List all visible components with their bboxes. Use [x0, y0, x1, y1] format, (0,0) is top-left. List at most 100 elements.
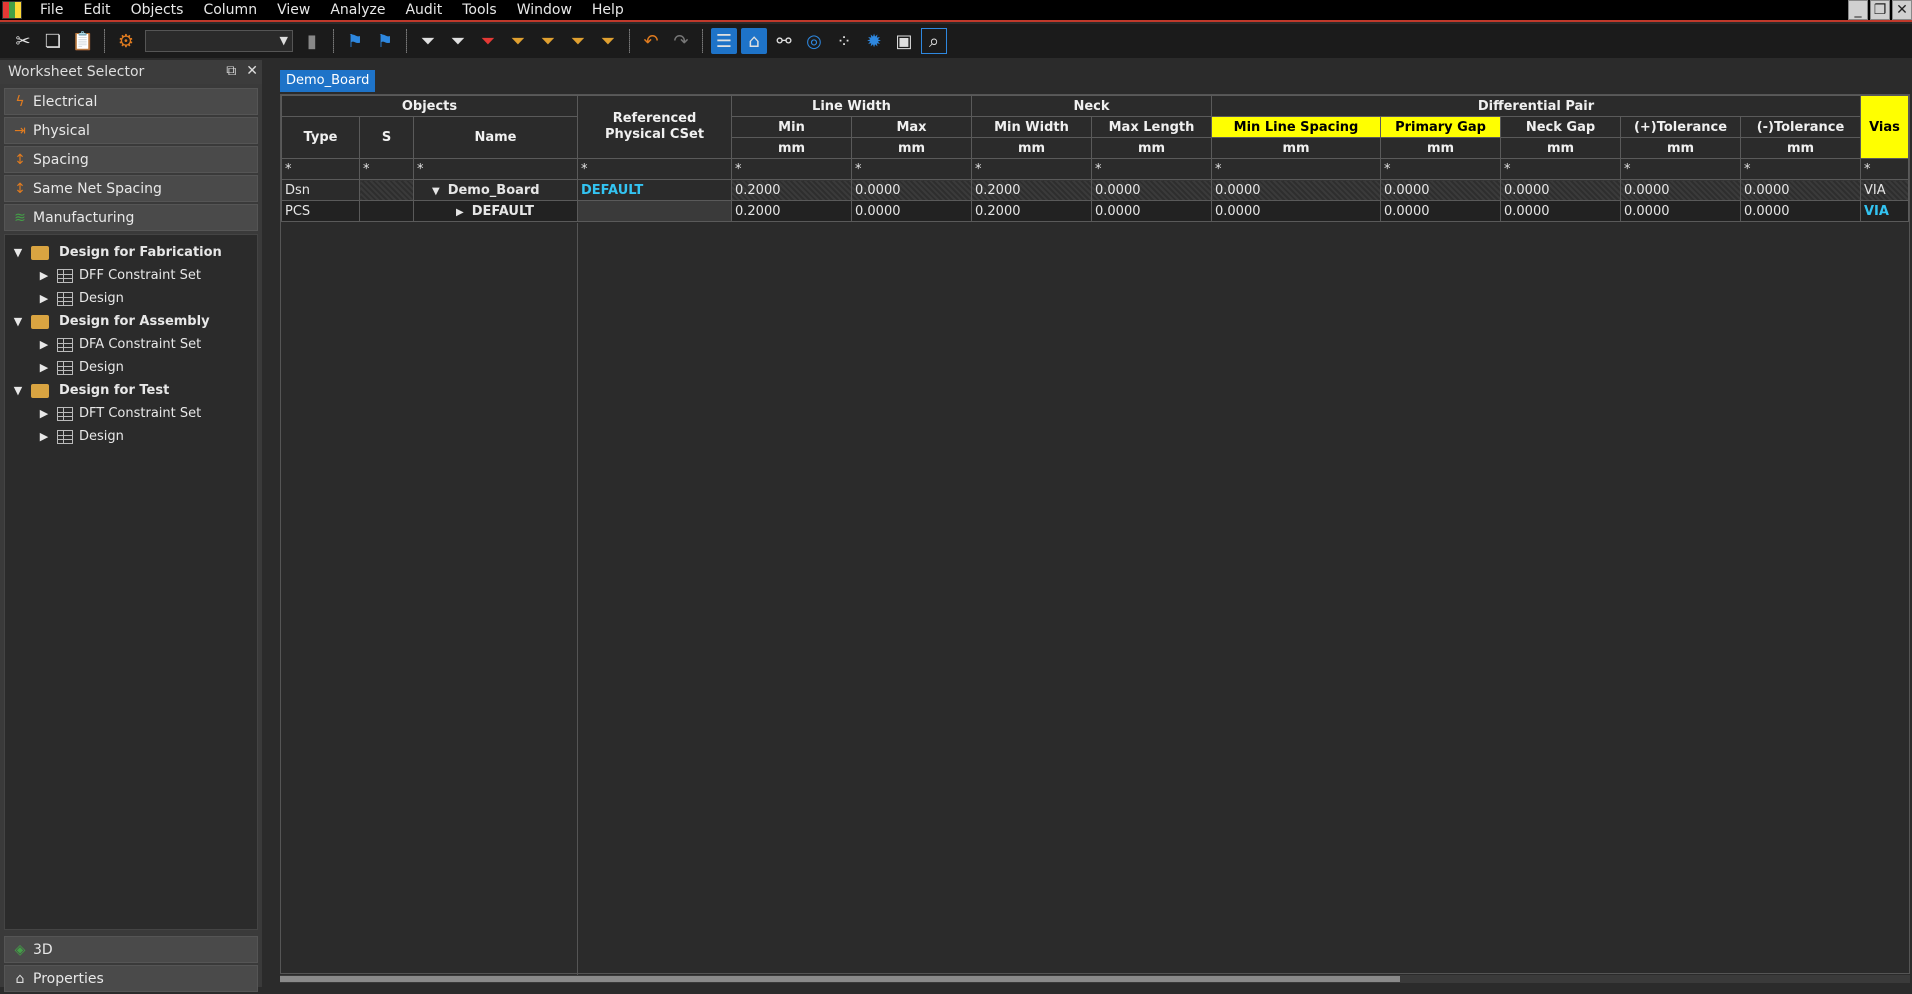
worksheet-properties[interactable]: ⌂ Properties [4, 965, 258, 992]
neck-gap-cell[interactable]: 0.0000 [1500, 200, 1621, 222]
filter-icon[interactable]: ⏷ [565, 28, 591, 54]
filter-cell[interactable]: * [1091, 158, 1212, 180]
minus-tolerance-column-header[interactable]: (-)Tolerance [1740, 116, 1861, 138]
primary-gap-cell[interactable]: 0.0000 [1380, 200, 1501, 222]
expand-right-icon[interactable]: ▶ [37, 269, 51, 282]
min-width-cell[interactable]: 0.2000 [971, 200, 1092, 222]
group-line-width-header[interactable]: Line Width [731, 95, 972, 117]
filter-cell[interactable]: * [731, 158, 852, 180]
ref-cset-cell[interactable] [577, 200, 732, 222]
tree-item-dft-constraint-set[interactable]: ▶ DFT Constraint Set [5, 402, 257, 425]
tree-item-dfa-design[interactable]: ▶ Design [5, 356, 257, 379]
expand-down-icon[interactable]: ▼ [11, 246, 25, 259]
worksheet-3d[interactable]: ◈ 3D [4, 936, 258, 963]
tree-item-dff-design[interactable]: ▶ Design [5, 287, 257, 310]
document-tab[interactable]: Demo_Board [280, 70, 376, 92]
menu-window[interactable]: Window [507, 0, 582, 20]
name-column-header[interactable]: Name [413, 116, 578, 159]
max-cell[interactable]: 0.0000 [851, 179, 972, 201]
copy-icon[interactable]: ❏ [40, 28, 66, 54]
float-icon[interactable]: ⧉ [226, 63, 236, 79]
save-icon[interactable]: ▣ [891, 28, 917, 54]
worksheet-spacing[interactable]: ↕ Spacing [4, 146, 258, 173]
ref-cset-cell[interactable]: DEFAULT [577, 179, 732, 201]
max-length-cell[interactable]: 0.0000 [1091, 200, 1212, 222]
search-icon[interactable]: ⌕ [921, 28, 947, 54]
menu-view[interactable]: View [267, 0, 320, 20]
plus-tolerance-column-header[interactable]: (+)Tolerance [1620, 116, 1741, 138]
close-icon[interactable]: ✕ [1892, 0, 1912, 20]
toolbar-combo[interactable]: ▼ [145, 30, 293, 52]
worksheet-manufacturing[interactable]: ≋ Manufacturing [4, 204, 258, 231]
menu-edit[interactable]: Edit [73, 0, 120, 20]
vias-header[interactable]: Vias [1860, 95, 1909, 159]
min-column-header[interactable]: Min [731, 116, 852, 138]
name-cell[interactable]: ▶ DEFAULT [413, 200, 578, 222]
min-line-spacing-column-header[interactable]: Min Line Spacing [1211, 116, 1381, 138]
group-neck-header[interactable]: Neck [971, 95, 1212, 117]
filter-icon[interactable]: ⏷ [595, 28, 621, 54]
filter-cell[interactable]: * [359, 158, 414, 180]
primary-gap-cell[interactable]: 0.0000 [1380, 179, 1501, 201]
filter-cell[interactable]: * [1620, 158, 1741, 180]
filter-cell[interactable]: * [1211, 158, 1381, 180]
table-row[interactable]: Dsn ▼ Demo_Board DEFAULT 0.2000 0.0000 0.… [281, 179, 1909, 201]
type-column-header[interactable]: Type [281, 116, 360, 159]
menu-objects[interactable]: Objects [121, 0, 194, 20]
undo-icon[interactable]: ↶ [638, 28, 664, 54]
settings-icon[interactable]: ✹ [861, 28, 887, 54]
redo-icon[interactable]: ↷ [668, 28, 694, 54]
min-cell[interactable]: 0.2000 [731, 179, 852, 201]
dots-icon[interactable]: ⁘ [831, 28, 857, 54]
menu-tools[interactable]: Tools [452, 0, 507, 20]
expand-down-icon[interactable]: ▼ [432, 186, 440, 197]
tree-item-dft-design[interactable]: ▶ Design [5, 425, 257, 448]
expand-right-icon[interactable]: ▶ [37, 292, 51, 305]
expand-down-icon[interactable]: ▼ [11, 384, 25, 397]
tree-item-dfa-constraint-set[interactable]: ▶ DFA Constraint Set [5, 333, 257, 356]
max-column-header[interactable]: Max [851, 116, 972, 138]
tree-folder-assembly[interactable]: ▼ Design for Assembly [5, 310, 257, 333]
max-length-column-header[interactable]: Max Length [1091, 116, 1212, 138]
min-line-spacing-cell[interactable]: 0.0000 [1211, 200, 1381, 222]
filter-icon[interactable]: ⏷ [505, 28, 531, 54]
worksheet-electrical[interactable]: ϟ Electrical [4, 88, 258, 115]
min-width-column-header[interactable]: Min Width [971, 116, 1092, 138]
filter-cell[interactable]: * [577, 158, 732, 180]
max-length-cell[interactable]: 0.0000 [1091, 179, 1212, 201]
min-cell[interactable]: 0.2000 [731, 200, 852, 222]
group-objects-header[interactable]: Objects [281, 95, 578, 117]
neck-gap-cell[interactable]: 0.0000 [1500, 179, 1621, 201]
filter-cell[interactable]: * [413, 158, 578, 180]
target-icon[interactable]: ◎ [801, 28, 827, 54]
filter-error-icon[interactable]: ⏷ [475, 28, 501, 54]
ref-physical-cset-header[interactable]: Referenced Physical CSet [577, 95, 732, 159]
type-cell[interactable]: Dsn [281, 179, 360, 201]
s-cell[interactable] [359, 200, 414, 222]
scissors-icon[interactable]: ✂ [10, 28, 36, 54]
min-width-cell[interactable]: 0.2000 [971, 179, 1092, 201]
worksheet-physical[interactable]: ⇥ Physical [4, 117, 258, 144]
minus-tolerance-cell[interactable]: 0.0000 [1740, 179, 1861, 201]
restore-icon[interactable]: ❐ [1870, 0, 1890, 20]
menu-help[interactable]: Help [582, 0, 634, 20]
min-line-spacing-cell[interactable]: 0.0000 [1211, 179, 1381, 201]
tag-icon[interactable]: ⌂ [741, 28, 767, 54]
bookmark-prev-icon[interactable]: ⚑ [372, 28, 398, 54]
find-icon[interactable]: ⚙ [113, 28, 139, 54]
worksheet-icon[interactable]: ☰ [711, 28, 737, 54]
menu-column[interactable]: Column [193, 0, 267, 20]
vias-cell[interactable]: VIA [1860, 200, 1909, 222]
plus-tolerance-cell[interactable]: 0.0000 [1620, 200, 1741, 222]
filter-cell[interactable]: * [1740, 158, 1861, 180]
menu-audit[interactable]: Audit [395, 0, 452, 20]
filter-cell[interactable]: * [971, 158, 1092, 180]
close-icon[interactable]: ✕ [246, 63, 258, 79]
paste-icon[interactable]: 📋 [70, 28, 96, 54]
horizontal-scrollbar[interactable] [280, 975, 1910, 983]
expand-right-icon[interactable]: ▶ [37, 361, 51, 374]
expand-right-icon[interactable]: ▶ [37, 338, 51, 351]
net-icon[interactable]: ⚯ [771, 28, 797, 54]
s-column-header[interactable]: S [359, 116, 414, 159]
tree-folder-test[interactable]: ▼ Design for Test [5, 379, 257, 402]
